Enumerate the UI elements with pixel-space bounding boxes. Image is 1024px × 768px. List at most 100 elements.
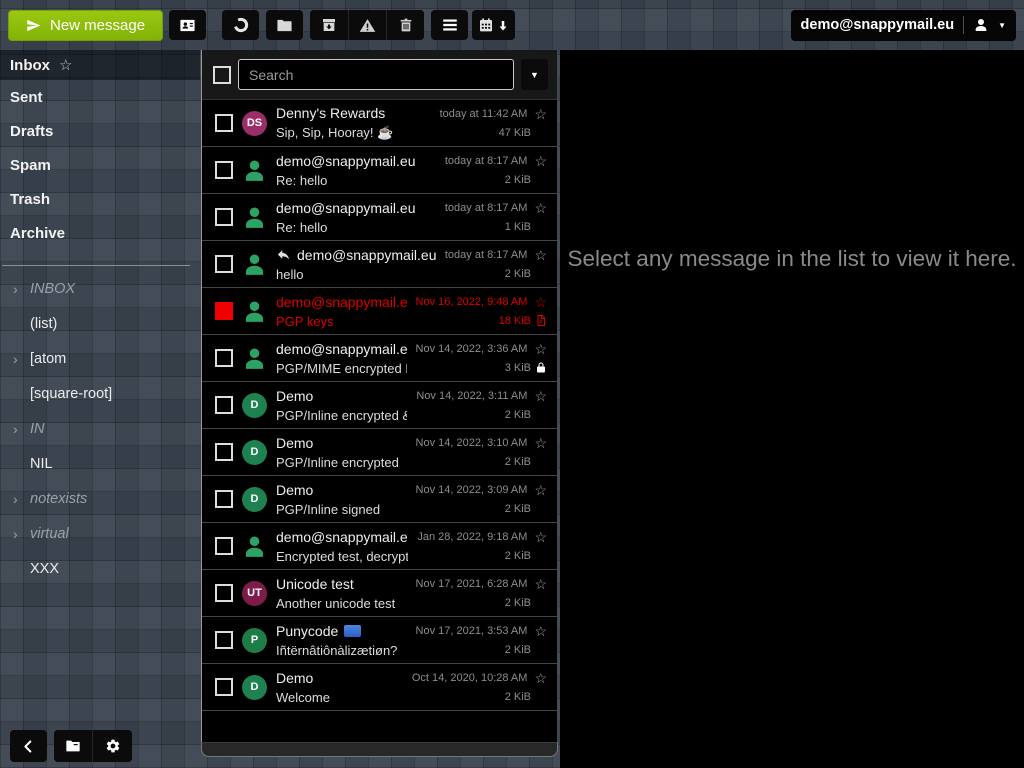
message-text-block: PunycodeIñtërnâtiônàlizætiøn? — [276, 623, 407, 658]
sidebar-subfolder-inbox[interactable]: › INBOX — [0, 272, 200, 307]
star-icon[interactable]: ☆ — [534, 342, 547, 356]
message-row[interactable]: demo@snappymail.euRe: hellotoday at 8:17… — [202, 147, 557, 194]
contacts-button[interactable] — [169, 10, 206, 40]
spam-button[interactable] — [348, 10, 386, 40]
star-icon[interactable]: ☆ — [534, 483, 547, 497]
new-message-button[interactable]: New message — [8, 10, 163, 41]
trash-icon — [398, 17, 414, 33]
message-checkbox[interactable] — [215, 490, 233, 508]
star-icon[interactable]: ☆ — [534, 624, 547, 638]
star-icon[interactable]: ☆ — [534, 107, 547, 121]
message-checkbox[interactable] — [215, 631, 233, 649]
message-checkbox[interactable] — [215, 255, 233, 273]
sidebar-subfolder-atom[interactable]: ›[atom — [0, 342, 200, 377]
move-to-folder-button[interactable] — [266, 10, 303, 40]
message-date: Nov 14, 2022, 3:10 AM — [416, 437, 528, 449]
message-checkbox[interactable] — [215, 208, 233, 226]
chevron-right-icon[interactable]: › — [13, 482, 18, 517]
sidebar-subfolder-notexists[interactable]: ›notexists — [0, 482, 200, 517]
search-input[interactable] — [238, 59, 514, 90]
sidebar-item-trash[interactable]: Trash — [0, 182, 200, 216]
message-row[interactable]: demo@snappymail.euhellotoday at 8:17 AM☆… — [202, 241, 557, 288]
message-checkbox[interactable] — [215, 349, 233, 367]
chevron-right-icon[interactable]: › — [13, 272, 18, 307]
sidebar-subfolder-nil[interactable]: NIL — [0, 447, 200, 482]
select-all-checkbox[interactable] — [213, 66, 231, 84]
message-row[interactable]: DDemoPGP/Inline encryptedNov 14, 2022, 3… — [202, 429, 557, 476]
account-button[interactable]: demo@snappymail.eu ▼ — [791, 10, 1016, 41]
star-icon[interactable]: ☆ — [59, 56, 72, 74]
sidebar-subfolder-list[interactable]: (list) — [0, 307, 200, 342]
refresh-button[interactable] — [222, 10, 259, 40]
star-icon[interactable]: ☆ — [534, 577, 547, 591]
search-options-button[interactable]: ▼ — [521, 59, 548, 90]
star-icon[interactable]: ☆ — [534, 295, 547, 309]
message-meta: today at 11:42 AM ☆ 47 KiB — [440, 107, 547, 140]
chevron-right-icon[interactable]: › — [13, 342, 18, 377]
message-row[interactable]: demo@snappymail.euRe: hellotoday at 8:17… — [202, 194, 557, 241]
sidebar-item-drafts[interactable]: Drafts — [0, 114, 200, 148]
avatar: UT — [242, 581, 267, 606]
message-actions-group — [310, 10, 424, 40]
star-icon[interactable]: ☆ — [534, 201, 547, 215]
star-icon[interactable]: ☆ — [534, 154, 547, 168]
message-row[interactable]: DDemoPGP/Inline encrypted & signedNov 14… — [202, 382, 557, 429]
message-checkbox[interactable] — [215, 678, 233, 696]
message-row[interactable]: UTUnicode testAnother unicode testNov 17… — [202, 570, 557, 617]
message-date: today at 11:42 AM — [440, 108, 528, 120]
subfolder-label: INBOX — [30, 281, 75, 297]
star-icon[interactable]: ☆ — [534, 436, 547, 450]
settings-button[interactable] — [92, 730, 132, 762]
star-icon[interactable]: ☆ — [534, 530, 547, 544]
message-checkbox[interactable] — [215, 161, 233, 179]
star-icon[interactable]: ☆ — [534, 248, 547, 262]
message-meta: Nov 14, 2022, 3:09 AM☆2 KiB — [416, 483, 547, 516]
message-date: Nov 17, 2021, 3:53 AM — [416, 625, 528, 637]
chevron-right-icon[interactable]: › — [13, 412, 18, 447]
star-icon[interactable]: ☆ — [534, 389, 547, 403]
message-text-block: demo@snappymail.euPGP keys — [276, 294, 407, 329]
message-row[interactable]: DSDenny's RewardsSip, Sip, Hooray! ☕toda… — [202, 100, 557, 147]
chevron-right-icon[interactable]: › — [13, 517, 18, 552]
list-footer-bar[interactable] — [201, 742, 558, 757]
sidebar-subfolder-square-root[interactable]: [square-root] — [0, 377, 200, 412]
menu-button[interactable] — [431, 10, 468, 40]
message-row[interactable]: demo@snappymail.euPGP keysNov 16, 2022, … — [202, 288, 557, 335]
message-row[interactable]: PPunycodeIñtërnâtiônàlizætiøn?Nov 17, 20… — [202, 617, 557, 664]
message-checkbox[interactable] — [215, 537, 233, 555]
message-size: 3 KiB — [505, 362, 531, 374]
star-icon[interactable]: ☆ — [534, 671, 547, 685]
avatar: DS — [242, 111, 267, 136]
message-checkbox[interactable] — [215, 114, 233, 132]
message-date: Nov 17, 2021, 6:28 AM — [416, 578, 528, 590]
message-row[interactable]: DDemoWelcomeOct 14, 2020, 10:28 AM☆2 KiB — [202, 664, 557, 711]
sidebar-item-spam[interactable]: Spam — [0, 148, 200, 182]
message-row[interactable]: demo@snappymail.euEncrypted test, decryp… — [202, 523, 557, 570]
message-subject: Iñtërnâtiônàlizætiøn? — [276, 643, 407, 658]
sidebar-subfolder-xxx[interactable]: XXX — [0, 552, 200, 587]
message-meta-top: Nov 17, 2021, 3:53 AM ☆ — [416, 624, 547, 638]
manage-folders-button[interactable] — [54, 730, 92, 762]
sidebar-subfolder-virtual[interactable]: ›virtual — [0, 517, 200, 552]
message-row[interactable]: DDemoPGP/Inline signedNov 14, 2022, 3:09… — [202, 476, 557, 523]
sender-name: demo@snappymail.eu — [276, 341, 407, 357]
message-meta: Oct 14, 2020, 10:28 AM☆2 KiB — [412, 671, 547, 704]
message-meta-bottom: 47 KiB — [499, 126, 547, 140]
sidebar-item-inbox[interactable]: Inbox☆ — [0, 50, 200, 80]
message-checkbox[interactable] — [215, 443, 233, 461]
message-checkbox[interactable] — [215, 584, 233, 602]
message-size: 2 KiB — [505, 691, 531, 703]
sidebar-item-sent[interactable]: Sent — [0, 80, 200, 114]
pgp-attachment-icon — [535, 314, 547, 327]
archive-button[interactable] — [310, 10, 348, 40]
collapse-sidebar-button[interactable] — [10, 730, 47, 762]
sidebar-item-archive[interactable]: Archive — [0, 216, 200, 250]
message-checkbox[interactable] — [215, 396, 233, 414]
message-checkbox[interactable] — [215, 302, 233, 320]
sidebar-subfolder-in[interactable]: ›IN — [0, 412, 200, 447]
delete-button[interactable] — [386, 10, 424, 40]
message-text-block: demo@snappymail.euPGP/MIME encrypted HTM… — [276, 341, 407, 376]
calendar-download-button[interactable] — [472, 10, 515, 40]
attachment-slot — [534, 314, 547, 328]
message-row[interactable]: demo@snappymail.euPGP/MIME encrypted HTM… — [202, 335, 557, 382]
